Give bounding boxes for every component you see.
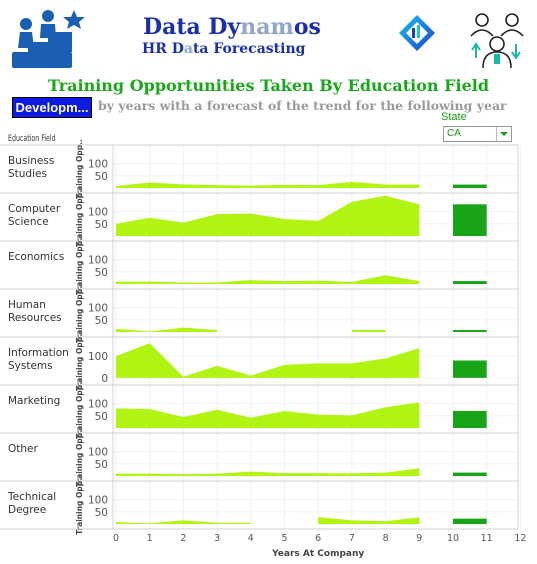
row-label-business-studies: Studies: [8, 168, 47, 180]
x-tick-label: 7: [349, 533, 355, 544]
x-tick-label: 5: [281, 533, 287, 544]
forecast-bar: [453, 518, 487, 524]
x-tick-label: 2: [180, 533, 186, 544]
area-series: [318, 517, 420, 524]
row-label-other: Other: [8, 443, 38, 455]
x-tick-label: 11: [481, 533, 493, 544]
x-tick-label: 8: [383, 533, 389, 544]
row-label-information-systems: Systems: [8, 360, 53, 372]
y-tick-label: 100: [88, 399, 108, 411]
y-tick-label: 50: [95, 171, 108, 183]
x-tick-label: 9: [416, 533, 422, 544]
y-tick-label: 100: [88, 495, 108, 507]
area-series: [116, 402, 420, 428]
y-tick-label: 100: [88, 351, 108, 363]
area-series: [351, 330, 386, 332]
x-tick-label: 3: [214, 533, 220, 544]
forecast-bar: [453, 281, 487, 284]
row-label-computer-science: Science: [8, 216, 49, 228]
x-tick-label: 4: [248, 533, 254, 544]
x-tick-label: 6: [315, 533, 321, 544]
x-tick-label: 12: [514, 533, 526, 544]
row-label-technical-degree: Technical: [7, 491, 56, 503]
area-series: [116, 343, 420, 378]
y-tick-label: 100: [88, 207, 108, 219]
y-tick-label: 100: [88, 255, 108, 267]
y-tick-label: 50: [95, 219, 108, 231]
forecast-bar: [453, 410, 487, 428]
x-tick-label: 1: [147, 533, 153, 544]
forecast-bar: [453, 360, 487, 378]
y-tick-label: 0: [101, 373, 108, 385]
row-label-technical-degree: Degree: [8, 504, 46, 516]
forecast-bar: [453, 184, 487, 188]
forecast-bar: [453, 204, 487, 236]
row-label-marketing: Marketing: [8, 395, 60, 407]
y-tick-label: 100: [88, 303, 108, 315]
row-label-business-studies: Business: [8, 155, 54, 167]
x-axis-title: Years At Company: [271, 549, 364, 559]
area-series: [116, 327, 218, 332]
area-series: [116, 181, 420, 188]
row-label-human-resources: Human: [8, 299, 46, 311]
y-tick-label: 50: [95, 267, 108, 279]
area-series: [116, 195, 420, 236]
area-series: [116, 468, 420, 476]
y-tick-label: 100: [88, 159, 108, 171]
x-tick-label: 0: [113, 533, 119, 544]
y-axis-title: Training Opp..: [75, 475, 84, 535]
row-label-information-systems: Information: [8, 347, 69, 359]
row-label-computer-science: Computer: [8, 203, 61, 215]
forecast-bar: [453, 330, 487, 332]
training-area-chart: BusinessStudies Training Opp.. 10050Comput…: [0, 139, 526, 559]
y-tick-label: 50: [95, 507, 108, 519]
row-label-economics: Economics: [8, 251, 64, 263]
x-tick-label: 10: [447, 533, 459, 544]
forecast-bar: [453, 472, 487, 476]
y-tick-label: 50: [95, 459, 108, 471]
y-tick-label: 50: [95, 315, 108, 327]
area-series: [116, 275, 420, 284]
area-series: [116, 520, 251, 524]
y-tick-label: 50: [95, 411, 108, 423]
y-tick-label: 100: [88, 447, 108, 459]
row-label-human-resources: Resources: [8, 312, 62, 324]
